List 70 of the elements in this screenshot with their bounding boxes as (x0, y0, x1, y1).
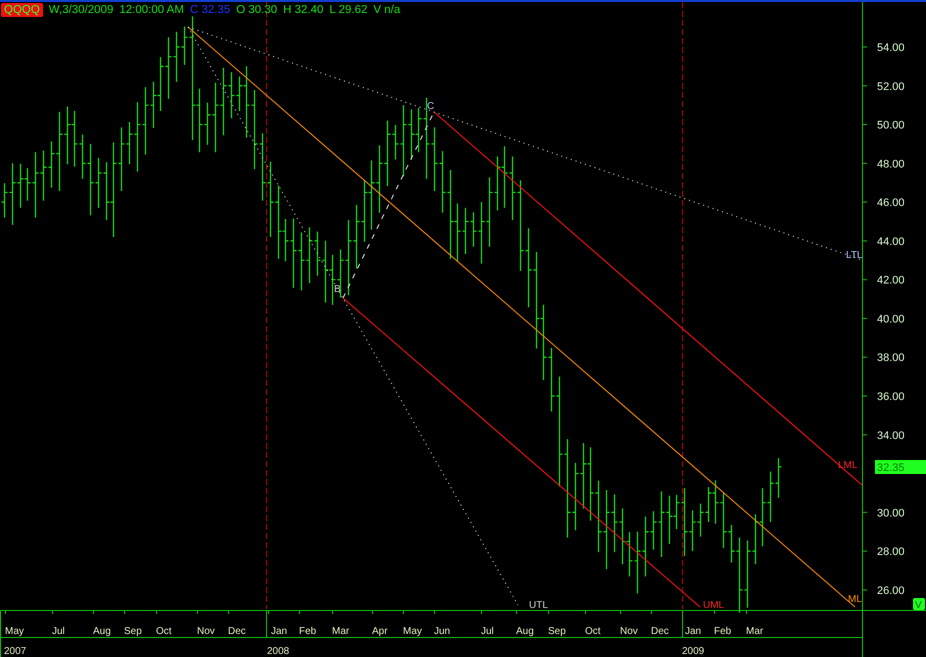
month-label: Jan (271, 626, 288, 637)
time-label: 12:00:00 AM (119, 4, 184, 16)
axis-tick (862, 396, 868, 397)
line-label: LTL (846, 250, 862, 261)
month-label: Aug (93, 626, 111, 637)
price-axis-label: 44.00 (877, 236, 905, 248)
axis-tick (862, 550, 868, 552)
line-label: UML (703, 600, 724, 611)
month-label: Dec (228, 626, 246, 637)
price-axis-label: 46.00 (877, 197, 905, 210)
axis-tick (862, 85, 868, 86)
month-label: Dec (651, 626, 669, 637)
price-axis-label: 34.00 (877, 430, 905, 442)
price-axis-label: 54.00 (877, 42, 905, 54)
last-price-label: 32.35 (877, 462, 905, 474)
price-axis-label: 28.00 (877, 546, 905, 558)
axis-tick (862, 356, 868, 358)
axis-tick (862, 162, 868, 164)
month-label: Sep (548, 626, 566, 637)
low-value: L 29.62 (329, 4, 368, 16)
last-price-tag (875, 460, 926, 474)
month-label: Mar (332, 626, 350, 637)
price-axis-label: 38.00 (877, 352, 905, 364)
year-label: 2009 (682, 646, 704, 657)
month-label: Jan (685, 626, 702, 637)
month-label: Jun (434, 626, 450, 637)
month-label: Jul (52, 626, 65, 637)
axis-tick (862, 240, 868, 242)
high-value: H 32.40 (283, 4, 324, 16)
axis-tick (862, 318, 868, 319)
month-label: Nov (197, 626, 215, 637)
month-label: Oct (585, 626, 601, 637)
price-axis-label: 30.00 (877, 507, 905, 520)
scale-button[interactable]: V (913, 598, 925, 611)
month-label: Feb (299, 626, 316, 637)
axis-tick (862, 279, 868, 280)
price-axis-label: 26.00 (877, 584, 905, 597)
year-label: 2007 (4, 646, 26, 657)
month-label: Aug (516, 626, 534, 637)
month-label: Sep (124, 626, 142, 637)
price-axis-label: 50.00 (877, 120, 905, 132)
month-label: May (403, 626, 422, 637)
price-axis-label: 48.00 (877, 158, 905, 170)
price-axis-label: 36.00 (877, 391, 905, 404)
month-label: Mar (746, 626, 764, 637)
axis-tick (862, 202, 868, 203)
month-label: Apr (372, 626, 388, 637)
pivot-label: C (427, 101, 434, 112)
price-axis-label: 42.00 (877, 274, 905, 287)
close-value: C 32.35 (190, 4, 230, 16)
year-label: 2008 (267, 646, 290, 657)
axis-tick (862, 124, 868, 126)
price-axis-label: 40.00 (877, 313, 905, 326)
month-label: Oct (156, 626, 172, 637)
month-label: May (5, 626, 24, 637)
axis-tick (862, 589, 868, 590)
period-label: W,3/30/2009 (48, 4, 114, 16)
open-value: O 30.30 (236, 4, 278, 16)
symbol-badge: QQQQ (1, 3, 43, 17)
axis-tick (862, 434, 868, 436)
axis-tick (862, 512, 868, 513)
month-label: Nov (620, 626, 638, 637)
line-label: ML (848, 594, 862, 605)
line-label: UTL (529, 600, 548, 611)
month-label: Jul (481, 626, 494, 637)
volume-value: V n/a (373, 4, 400, 16)
axis-tick (862, 46, 868, 48)
line-label: LML (838, 460, 858, 471)
price-axis-label: 52.00 (877, 80, 905, 93)
month-label: Feb (714, 626, 732, 637)
